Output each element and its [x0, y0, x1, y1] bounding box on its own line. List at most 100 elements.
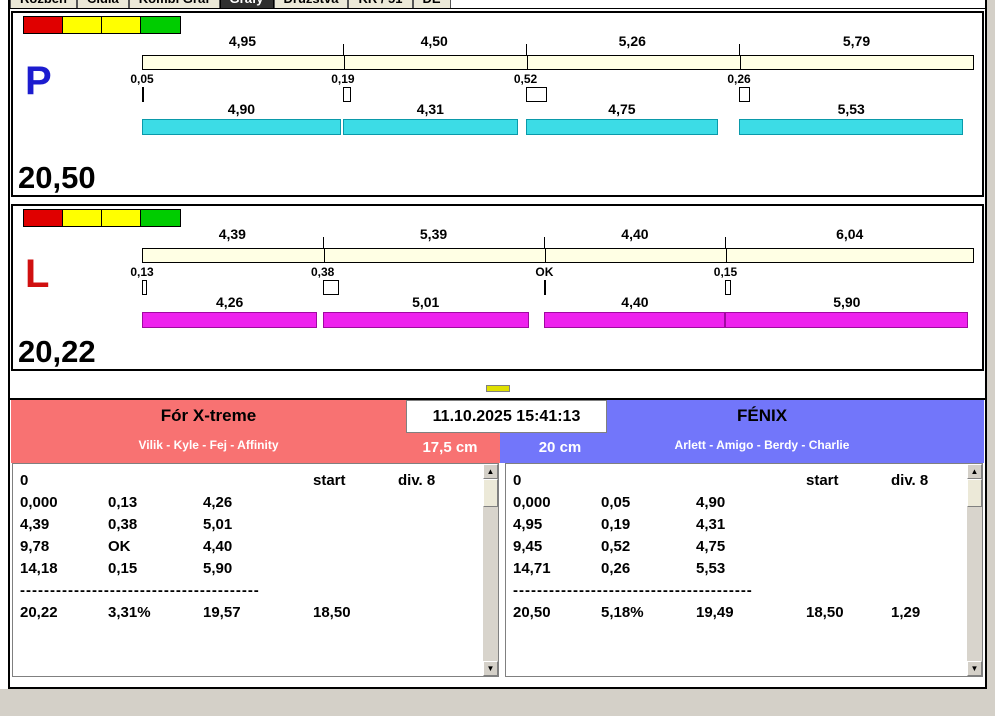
leg-time-bar — [544, 312, 726, 328]
scroll-thumb[interactable] — [967, 479, 982, 507]
result-cell: start — [313, 472, 346, 489]
divider-row: ---------------------------------------- — [20, 582, 260, 599]
crossing-marker — [739, 87, 750, 102]
result-cell: 0,26 — [601, 560, 631, 577]
result-header-row: 0 start div. 8 — [513, 470, 965, 492]
splitter-handle-icon[interactable] — [485, 385, 510, 392]
result-cell — [313, 558, 398, 580]
leg-time-label: 4,75 — [608, 101, 636, 117]
result-cell — [806, 514, 891, 536]
lane-letter: P — [25, 59, 52, 103]
crossing-label: OK — [535, 265, 554, 279]
tab-kr-51[interactable]: KR / 51 — [348, 0, 413, 8]
result-cell — [313, 492, 398, 514]
scroll-up-icon[interactable]: ▲ — [967, 464, 982, 479]
split-tick — [725, 237, 727, 248]
result-cell — [313, 536, 398, 558]
result-cell: 0,000 — [20, 494, 58, 511]
lane-letter: L — [25, 252, 50, 296]
result-row: 0,000 0,05 4,90 — [513, 492, 965, 514]
crossing-label: 0,15 — [713, 265, 738, 279]
result-row: 4,95 0,19 4,31 — [513, 514, 965, 536]
split-divider — [545, 249, 547, 262]
tab-grafy[interactable]: Grafy — [219, 0, 274, 8]
lane-panel-p: P 20,50 4,95 0,05 4,90 4,50 0,19 4,31 5,26 0,52 4,… — [11, 11, 984, 197]
jump-height-right: 20 cm — [538, 439, 582, 456]
results-table-right: 0 start div. 8 0,000 0,05 4,90 4,95 0,19 4,31 9,4… — [505, 463, 983, 677]
result-cell — [806, 558, 891, 580]
result-cell — [313, 514, 398, 536]
result-cell: 5,90 — [203, 560, 233, 577]
scroll-up-icon[interactable]: ▲ — [483, 464, 498, 479]
result-cell: 4,40 — [203, 538, 233, 555]
leg-time-bar — [739, 119, 964, 135]
lane-total-time: 20,22 — [18, 334, 96, 369]
result-cell — [806, 492, 891, 514]
leg-time-label: 5,53 — [837, 101, 865, 117]
split-time-label: 4,95 — [228, 33, 257, 49]
result-cell: 4,95 — [513, 516, 543, 533]
result-cell — [398, 602, 478, 624]
status-light — [63, 17, 102, 33]
split-divider — [526, 56, 528, 69]
scrollbar-right[interactable]: ▲ ▼ — [967, 464, 982, 676]
tab-kombi-graf[interactable]: Kombi Graf — [128, 0, 220, 8]
split-divider — [740, 56, 741, 69]
tab-cidla[interactable]: Cidla — [76, 0, 129, 8]
result-cell — [891, 558, 965, 580]
result-cell: 0,52 — [601, 538, 631, 555]
leg-time-label: 4,40 — [621, 294, 649, 310]
result-cell: 19,49 — [696, 604, 734, 621]
result-row: 14,71 0,26 5,53 — [513, 558, 965, 580]
split-time-label: 4,50 — [420, 33, 448, 49]
result-row: 9,78 OK 4,40 — [20, 536, 481, 558]
tab-de[interactable]: DE — [412, 0, 451, 8]
split-time-label: 5,26 — [618, 33, 646, 49]
result-cell — [891, 514, 965, 536]
scroll-down-icon[interactable]: ▼ — [967, 661, 982, 676]
tab-dru-stva[interactable]: Družstva — [273, 0, 349, 8]
scoreboard-section: Fór X-treme FÉNIX Vilik - Kyle - Fej - A… — [10, 398, 985, 687]
result-cell: 18,50 — [806, 604, 844, 621]
crossing-label: 0,13 — [130, 265, 154, 279]
datetime-display: 11.10.2025 15:41:13 — [406, 400, 607, 433]
split-time-label: 4,40 — [621, 226, 649, 242]
split-time-label: 5,79 — [842, 33, 871, 49]
splitter — [10, 371, 985, 398]
result-cell: 9,45 — [513, 538, 543, 555]
split-divider — [343, 56, 345, 69]
results-table-right-body: 0 start div. 8 0,000 0,05 4,90 4,95 0,19 4,31 9,4… — [513, 470, 965, 674]
scrollbar-left[interactable]: ▲ ▼ — [483, 464, 498, 676]
result-cell — [203, 470, 313, 492]
totals-row: 20,50 5,18% 19,49 18,50 1,29 — [513, 602, 965, 624]
result-cell: 0 — [20, 472, 29, 489]
lane-chart: 4,95 0,05 4,90 4,50 0,19 4,31 5,26 0,52 4,75 5,79… — [130, 13, 974, 195]
scroll-thumb[interactable] — [483, 479, 498, 507]
crossing-label: 0,26 — [727, 72, 751, 86]
result-cell: 0,15 — [108, 560, 138, 577]
scroll-down-icon[interactable]: ▼ — [483, 661, 498, 676]
result-row: 4,39 0,38 5,01 — [20, 514, 481, 536]
results-table-left: 0 start div. 8 0,000 0,13 4,26 4,39 0,38 5,01 9,7… — [12, 463, 499, 677]
leg-time-bar — [142, 312, 318, 328]
divider-row: ---------------------------------------- — [513, 582, 753, 599]
tab-rozbeh[interactable]: Rozbeh — [10, 0, 77, 8]
result-cell: 0,05 — [601, 494, 631, 511]
split-tick — [342, 44, 344, 55]
lane-panel-l: L 20,22 4,39 0,13 4,26 5,39 0,38 5,01 4,40 OK 4,40… — [11, 204, 984, 371]
result-row: 0,000 0,13 4,26 — [20, 492, 481, 514]
leg-time-label: 4,26 — [216, 294, 244, 310]
result-cell: 20,22 — [20, 604, 58, 621]
result-row: 9,45 0,52 4,75 — [513, 536, 965, 558]
crossing-marker — [342, 87, 351, 102]
result-cell: 3,31% — [108, 604, 151, 621]
result-row: 14,18 0,15 5,90 — [20, 558, 481, 580]
result-cell: 20,50 — [513, 604, 551, 621]
split-times-bar — [142, 248, 974, 263]
result-cell: OK — [108, 538, 131, 555]
result-cell: 4,26 — [203, 494, 233, 511]
leg-time-label: 5,90 — [833, 294, 861, 310]
tab-bar: RozbehCidlaKombi GrafGrafyDružstvaKR / 5… — [10, 0, 985, 9]
split-tick — [525, 44, 527, 55]
window-bottom-margin — [0, 689, 995, 716]
